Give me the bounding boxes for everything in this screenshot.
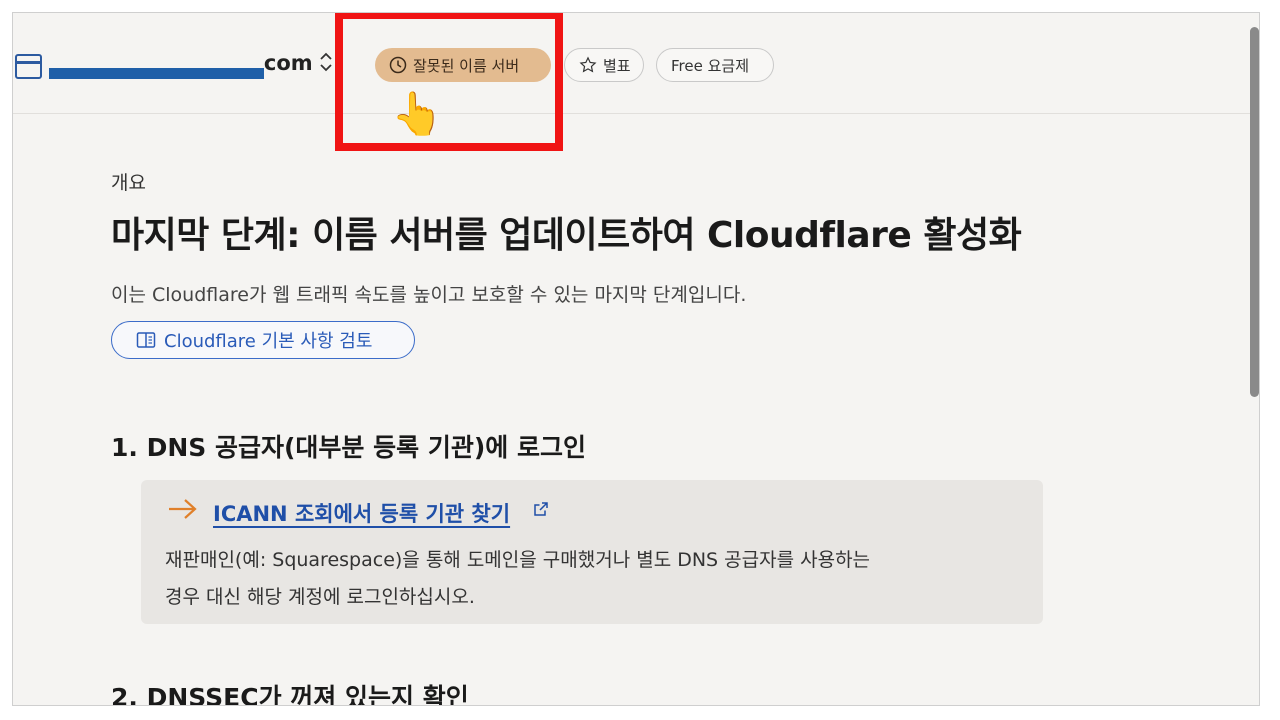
registrar-callout: ICANN 조회에서 등록 기관 찾기 재판매인(예: Squarespace)… [141,480,1043,624]
chevron-updown-icon[interactable] [319,51,333,76]
invalid-nameserver-label: 잘못된 이름 서버 [413,56,520,75]
star-button[interactable]: 별표 [564,48,644,82]
star-icon [579,56,597,74]
external-link-icon[interactable] [533,501,549,517]
plan-badge[interactable]: Free 요금제 [656,48,774,82]
browser-frame: website-redacted.com 잘못된 이름 서버 [12,12,1260,706]
book-icon [136,331,156,349]
callout-line-1: 재판매인(예: Squarespace)을 통해 도메인을 구매했거나 별도 D… [165,549,871,571]
section-eyebrow: 개요 [111,172,146,194]
window-icon [15,54,42,79]
callout-line-2: 경우 대신 해당 계정에 로그인하십시오. [165,586,475,608]
clock-icon [389,56,407,74]
page-subtitle: 이는 Cloudflare가 웹 트래픽 속도를 높이고 보호할 수 있는 마지… [111,284,747,306]
zone-header: website-redacted.com 잘못된 이름 서버 [13,13,1259,151]
step-1-title: 1. DNS 공급자(대부분 등록 기관)에 로그인 [111,433,586,462]
review-basics-label: Cloudflare 기본 사항 검토 [164,331,373,352]
invalid-nameserver-badge[interactable]: 잘못된 이름 서버 [375,48,551,82]
pointing-hand-icon: 👆 [391,89,444,138]
step-2-title: 2. DNSSEC가 꺼져 있는지 확인 [111,683,469,706]
domain-text: com [263,51,313,75]
plan-label: Free 요금제 [671,56,749,75]
star-label: 별표 [603,56,631,75]
redaction-bar [49,68,264,79]
page-title: 마지막 단계: 이름 서버를 업데이트하여 Cloudflare 활성화 [111,215,1022,256]
scrollbar[interactable] [1250,27,1259,397]
icann-lookup-link[interactable]: ICANN 조회에서 등록 기관 찾기 [213,498,510,528]
arrow-right-icon [167,497,199,526]
review-basics-button[interactable]: Cloudflare 기본 사항 검토 [111,321,415,359]
callout-description: 재판매인(예: Squarespace)을 통해 도메인을 구매했거나 별도 D… [165,542,1025,616]
